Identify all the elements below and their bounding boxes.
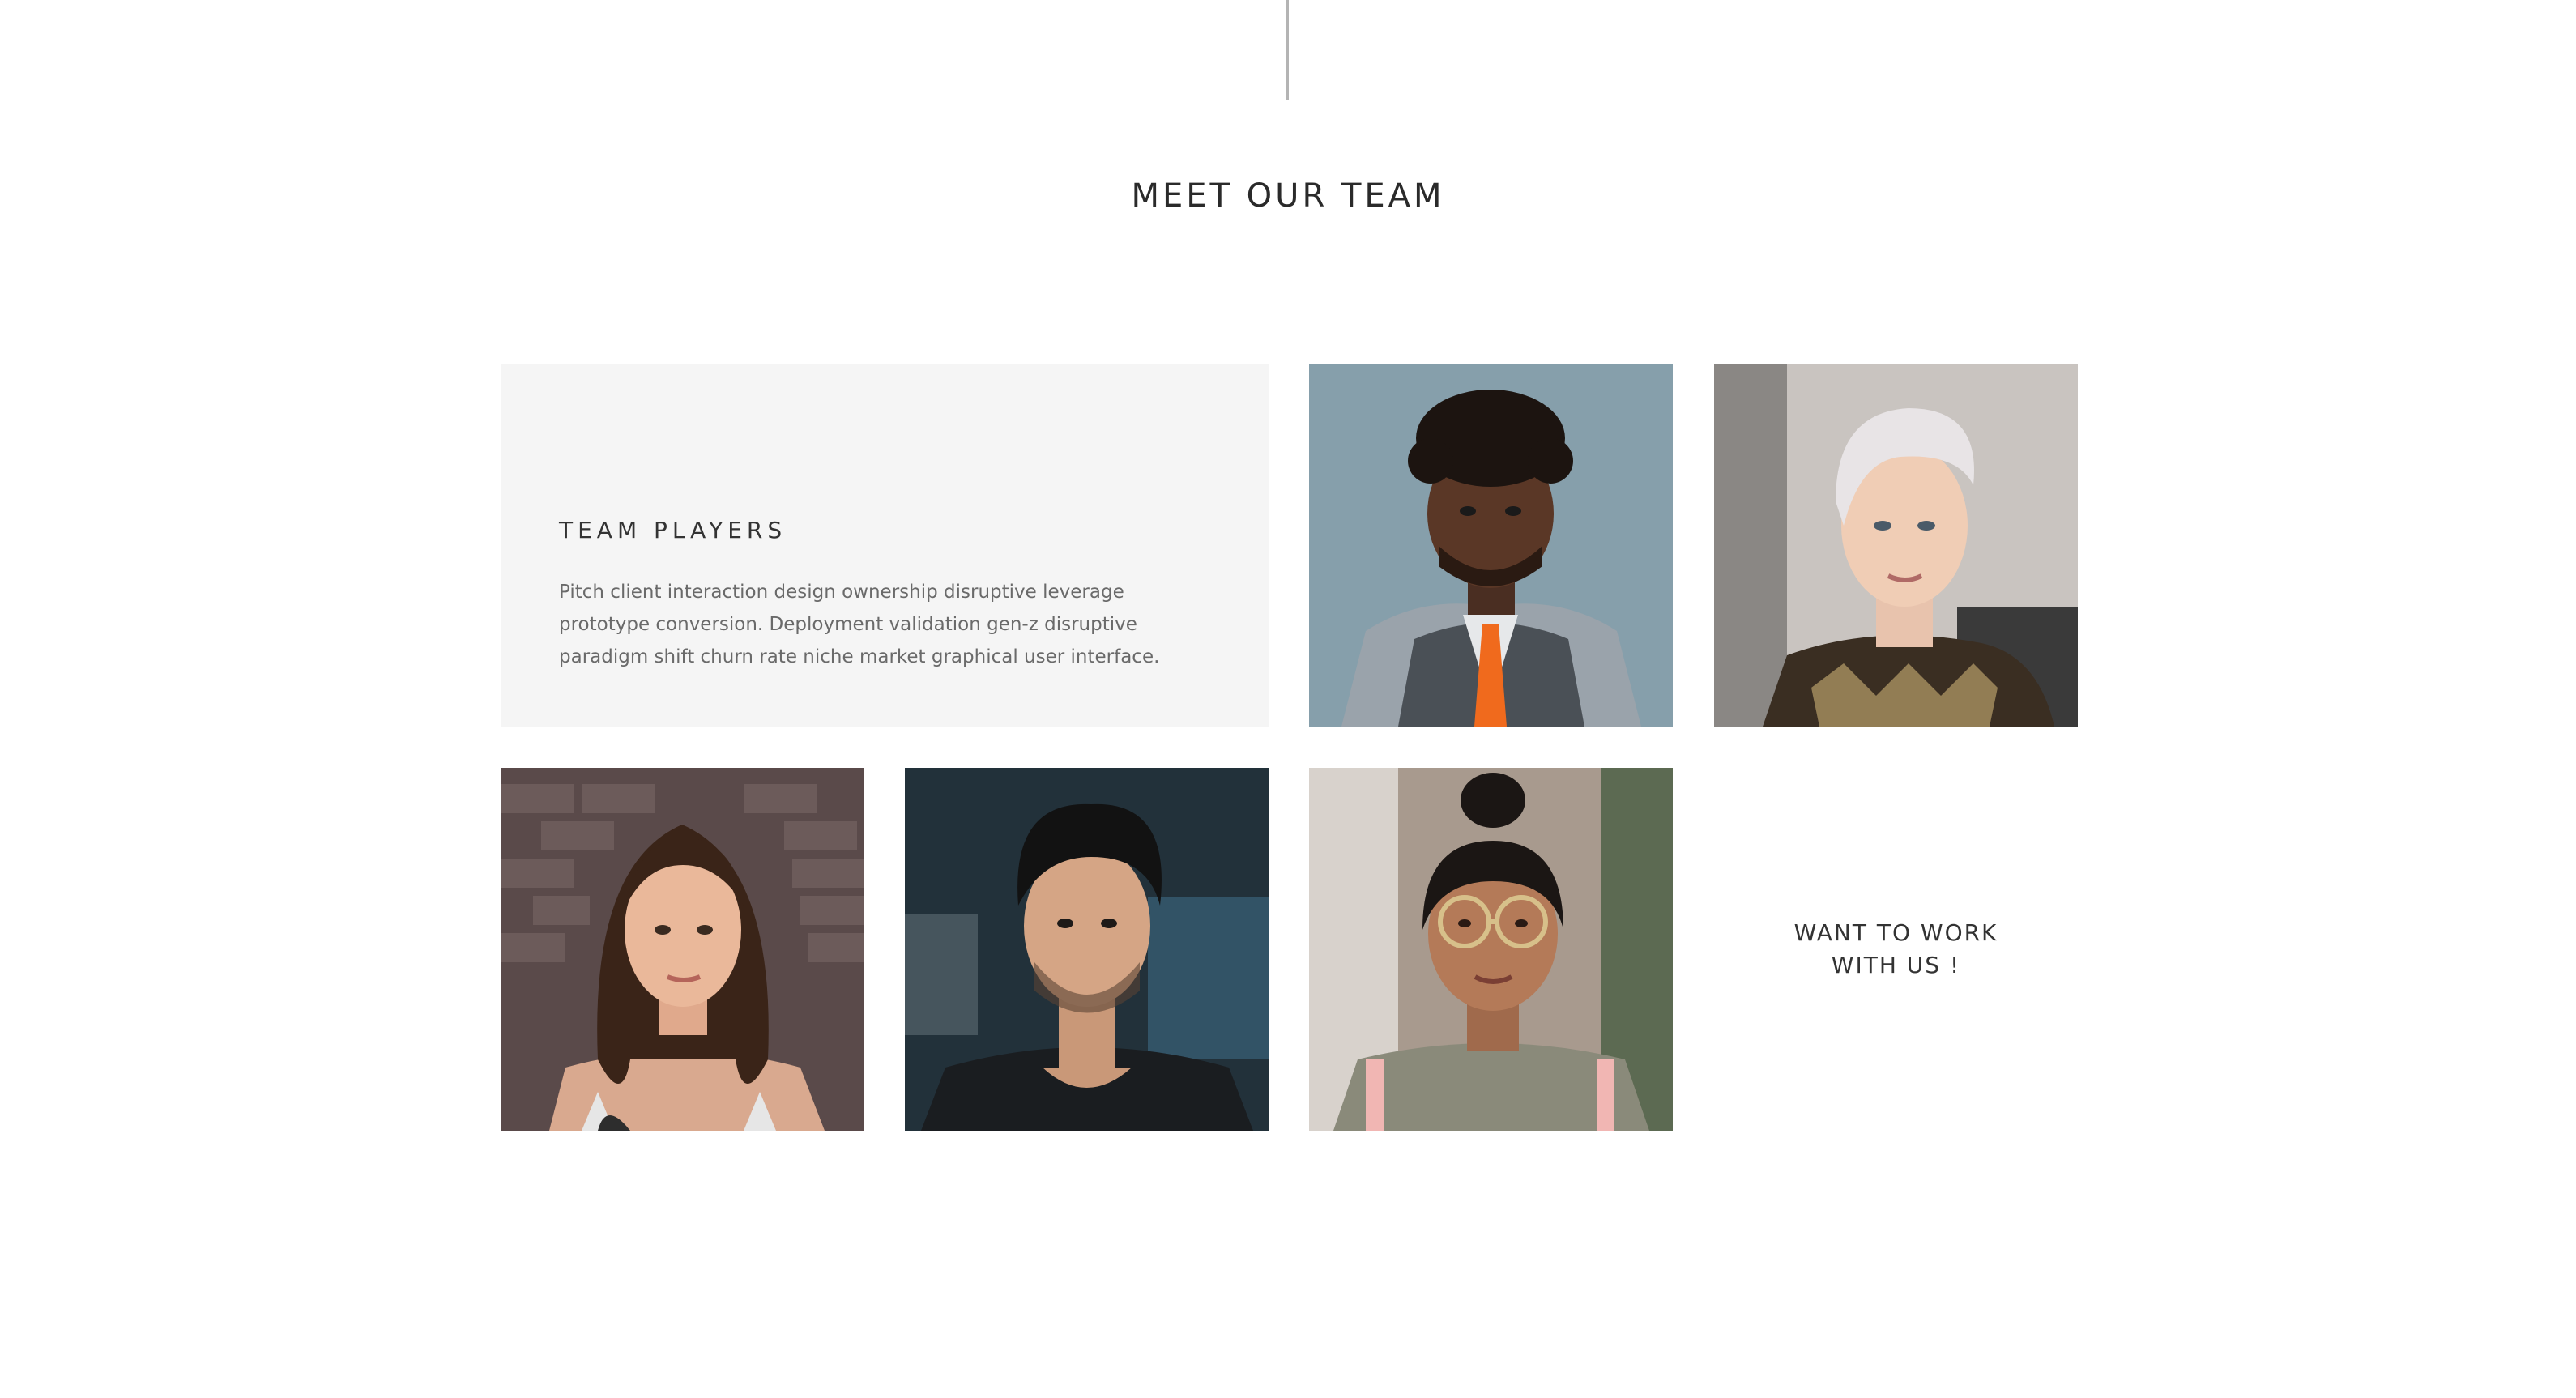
portrait-image bbox=[905, 768, 1269, 1131]
team-member-photo bbox=[1309, 768, 1673, 1131]
portrait-image bbox=[501, 768, 864, 1131]
team-member-photo bbox=[1714, 364, 2078, 727]
work-with-us-label[interactable]: WANT TO WORK WITH US ! bbox=[1775, 917, 2018, 982]
team-member-photo bbox=[1309, 364, 1673, 727]
team-member-photo bbox=[501, 768, 864, 1131]
section-title: MEET OUR TEAM bbox=[1131, 177, 1445, 215]
portrait-image bbox=[1309, 768, 1673, 1131]
team-member-photo bbox=[905, 768, 1269, 1131]
section-divider-line bbox=[1286, 0, 1289, 100]
intro-heading: TEAM PLAYERS bbox=[559, 517, 787, 543]
work-with-us-link[interactable]: WANT TO WORK WITH US ! bbox=[1714, 768, 2078, 1131]
intro-body: Pitch client interaction design ownershi… bbox=[559, 582, 1160, 667]
portrait-image bbox=[1714, 364, 2078, 727]
portrait-image bbox=[1309, 364, 1673, 727]
intro-card: TEAM PLAYERS Pitch client interaction de… bbox=[501, 364, 1269, 727]
